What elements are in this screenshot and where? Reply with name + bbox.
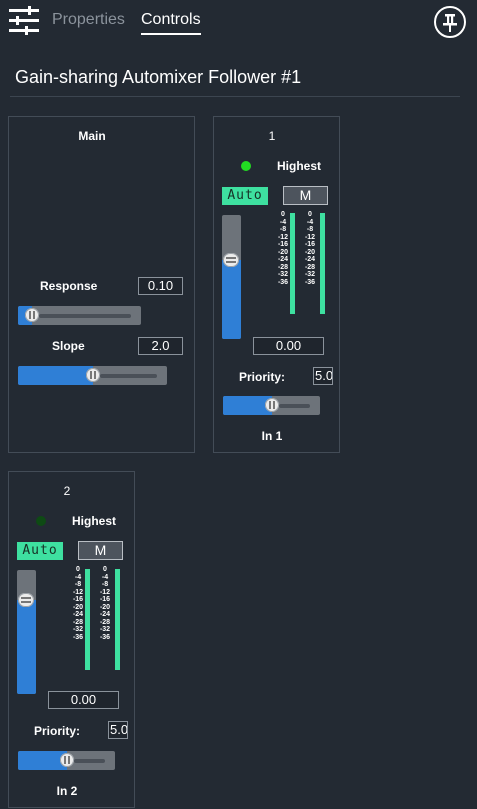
channel-2-led — [36, 516, 46, 526]
response-slider-track — [39, 313, 131, 318]
channel-2-auto-button[interactable]: Auto — [17, 542, 63, 560]
channel-2-meter-scale-a-tick: -20 — [72, 603, 84, 611]
channel-1-priority-slider[interactable] — [223, 396, 320, 415]
channel-1-meter-scale-a-tick: -20 — [277, 248, 289, 256]
channel-1-meter-scale-b-tick: -16 — [304, 241, 316, 248]
response-label: Response — [40, 279, 98, 293]
main-panel-label: Main — [78, 129, 106, 143]
channel-1-priority-value[interactable]: 5.0 — [313, 367, 333, 385]
channel-1-meter-scale-a-tick: -32 — [277, 271, 289, 278]
pin-button[interactable] — [434, 6, 466, 38]
channel-2-meter-scale-b-tick: -20 — [99, 603, 111, 611]
channel-1-meter-scale-a-tick: -4 — [279, 218, 287, 226]
channel-1-status: Highest — [277, 159, 322, 173]
channel-1-gain-fader[interactable] — [222, 215, 241, 339]
channel-1-meter-scale-b-tick: -24 — [304, 256, 316, 263]
channel-2-meter-scale-a: 0 -4 -8 -12 -16 -20 -24 -28 -32 -36 — [71, 566, 85, 641]
channel-2-mute-button[interactable]: M — [78, 541, 123, 560]
channel-1-meter-scale-a-tick: -8 — [279, 226, 287, 233]
channel-2-meter-scale-a-tick: -16 — [72, 596, 84, 603]
channel-2-meter-scale-b-tick: -4 — [101, 573, 109, 581]
channel-1-meter-scale-b: 0 -4 -8 -12 -16 -20 -24 -28 -32 -36 — [303, 211, 317, 286]
channel-1-number: 1 — [268, 129, 276, 143]
slope-slider[interactable] — [18, 366, 167, 385]
channel-1-meter-scale-b-tick: -28 — [304, 263, 316, 271]
channel-1-meter-scale-b-tick: -8 — [306, 226, 314, 233]
channel-1-meter-b — [320, 213, 325, 314]
channel-2-meter-scale-b-tick: -12 — [99, 588, 111, 596]
channel-2-priority-thumb[interactable] — [59, 753, 74, 767]
channel-2-meter-b — [115, 569, 120, 670]
channel-2-input-label: In 2 — [56, 784, 78, 798]
channel-1-meter-scale-a: 0 -4 -8 -12 -16 -20 -24 -28 -32 -36 — [276, 211, 290, 286]
channel-1-priority-track — [278, 403, 310, 408]
sliders-icon[interactable] — [8, 6, 40, 36]
channel-2-meter-scale-b-tick: -28 — [99, 618, 111, 626]
channel-2-meter-scale-b-tick: -16 — [99, 596, 111, 603]
channel-2-meter-scale-a-tick: -12 — [72, 588, 84, 596]
page-title: Gain-sharing Automixer Follower #1 — [15, 67, 302, 87]
response-slider[interactable] — [18, 306, 141, 325]
channel-1-meter-scale-a-tick: -12 — [277, 233, 289, 241]
pushpin-icon — [443, 14, 457, 32]
channel-2-meter-scale-a-tick: 0 — [76, 566, 80, 573]
channel-2-meter-scale-b-tick: 0 — [103, 566, 107, 573]
channel-1-meter-scale-b-tick: -12 — [304, 233, 316, 241]
channel-1-meter-scale-a-tick: -36 — [277, 278, 289, 286]
channel-1-priority-thumb[interactable] — [264, 398, 279, 412]
slope-slider-fill — [18, 366, 93, 385]
channel-1-mute-button[interactable]: M — [283, 186, 328, 205]
tab-controls[interactable]: Controls — [141, 11, 201, 29]
active-tab-indicator — [141, 33, 201, 35]
channel-2-meter-scale-b-tick: -8 — [101, 581, 109, 588]
channel-2-priority-slider[interactable] — [18, 751, 115, 770]
channel-2-meter-scale-a-tick: -32 — [72, 626, 84, 633]
channel-2-gain-value[interactable]: 0.00 — [48, 691, 119, 709]
channel-2-gain-fader[interactable] — [17, 570, 36, 694]
channel-1-meter-scale-b-tick: -32 — [304, 271, 316, 278]
slope-value[interactable]: 2.0 — [138, 337, 183, 355]
channel-2-meter-a — [85, 569, 90, 670]
channel-1-led — [241, 161, 251, 171]
channel-1-gain-value[interactable]: 0.00 — [253, 337, 324, 355]
channel-1-auto-button[interactable]: Auto — [222, 187, 268, 205]
channel-1-meter-scale-b-tick: -36 — [304, 278, 316, 286]
channel-2-number: 2 — [63, 484, 71, 498]
channel-1-meter-scale-a-tick: -16 — [277, 241, 289, 248]
channel-2-meter-scale-b-tick: -24 — [99, 611, 111, 618]
channel-2-priority-label: Priority: — [34, 724, 81, 738]
channel-1-meter-scale-b-tick: 0 — [308, 211, 312, 218]
channel-1-input-label: In 1 — [261, 429, 283, 443]
channel-1-priority-label: Priority: — [239, 370, 286, 384]
channel-1-meter-a — [290, 213, 295, 314]
channel-2-meter-scale-a-tick: -4 — [74, 573, 82, 581]
tab-properties[interactable]: Properties — [52, 11, 125, 29]
channel-1-meter-scale-a-tick: -24 — [277, 256, 289, 263]
channel-2-meter-scale-b-tick: -36 — [99, 633, 111, 641]
channel-2-meter-scale-b: 0 -4 -8 -12 -16 -20 -24 -28 -32 -36 — [98, 566, 112, 641]
channel-2-priority-track — [73, 758, 105, 763]
channel-2-meter-scale-a-tick: -24 — [72, 611, 84, 618]
response-slider-thumb[interactable] — [25, 308, 40, 322]
slope-label: Slope — [52, 339, 85, 353]
channel-1-meter-scale-b-tick: -20 — [304, 248, 316, 256]
channel-2-meter-scale-a-tick: -28 — [72, 618, 84, 626]
channel-2-meter-scale-a-tick: -8 — [74, 581, 82, 588]
channel-1-gain-thumb[interactable] — [223, 252, 239, 267]
channel-2-meter-scale-a-tick: -36 — [72, 633, 84, 641]
slope-slider-track — [99, 373, 157, 378]
channel-2-status: Highest — [72, 514, 117, 528]
channel-1-meter-scale-a-tick: 0 — [281, 211, 285, 218]
title-divider — [10, 96, 460, 97]
channel-2-meter-scale-b-tick: -32 — [99, 626, 111, 633]
response-value[interactable]: 0.10 — [138, 277, 183, 295]
channel-2-priority-value[interactable]: 5.0 — [108, 721, 128, 739]
channel-1-gain-fill — [222, 259, 241, 339]
channel-2-gain-fill — [17, 599, 36, 694]
channel-1-meter-scale-a-tick: -28 — [277, 263, 289, 271]
channel-1-meter-scale-b-tick: -4 — [306, 218, 314, 226]
channel-2-gain-thumb[interactable] — [18, 592, 34, 607]
slope-slider-thumb[interactable] — [85, 368, 100, 382]
